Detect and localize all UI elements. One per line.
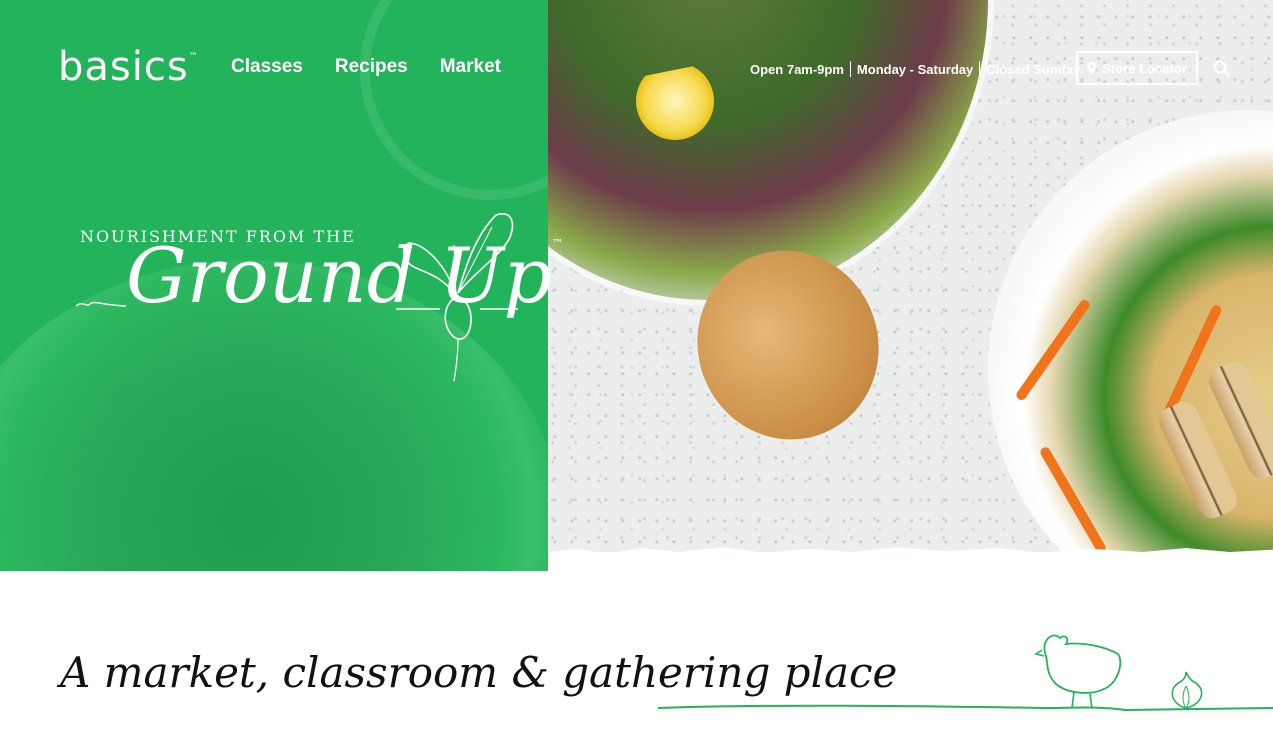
hours-closed: Closed Sunday [986, 61, 1081, 77]
scribble-line-decoration [76, 301, 126, 307]
radish-illustration [396, 213, 518, 382]
site-logo[interactable]: basics™ [58, 44, 199, 90]
logo-text: basics [58, 44, 189, 90]
store-hours: Open 7am-9pm Monday - Saturday Closed Su… [750, 61, 1080, 77]
nav-item-market[interactable]: Market [440, 56, 501, 78]
hours-days: Monday - Saturday [856, 61, 974, 77]
nav-item-classes[interactable]: Classes [231, 56, 303, 78]
hours-divider [849, 61, 851, 77]
garlic-icon [1171, 671, 1203, 709]
hero-section: basics™ Classes Recipes Market Open 7am-… [0, 0, 1273, 571]
hero-tagline-trademark: ™ [552, 237, 564, 250]
map-pin-icon [1087, 61, 1097, 75]
logo-trademark: ™ [188, 52, 199, 62]
hours-divider [979, 61, 981, 77]
green-tinted-bowl-rim [360, 0, 548, 200]
store-locator-label: Store Locator [1102, 60, 1187, 76]
farm-line-illustration [657, 634, 1273, 712]
store-locator-button[interactable]: Store Locator [1076, 51, 1198, 85]
main-nav: Classes Recipes Market [231, 56, 501, 78]
chicken-icon [1034, 634, 1122, 709]
nav-item-recipes[interactable]: Recipes [335, 56, 408, 78]
hours-open: Open 7am-9pm [750, 61, 844, 77]
search-icon[interactable] [1213, 60, 1231, 78]
